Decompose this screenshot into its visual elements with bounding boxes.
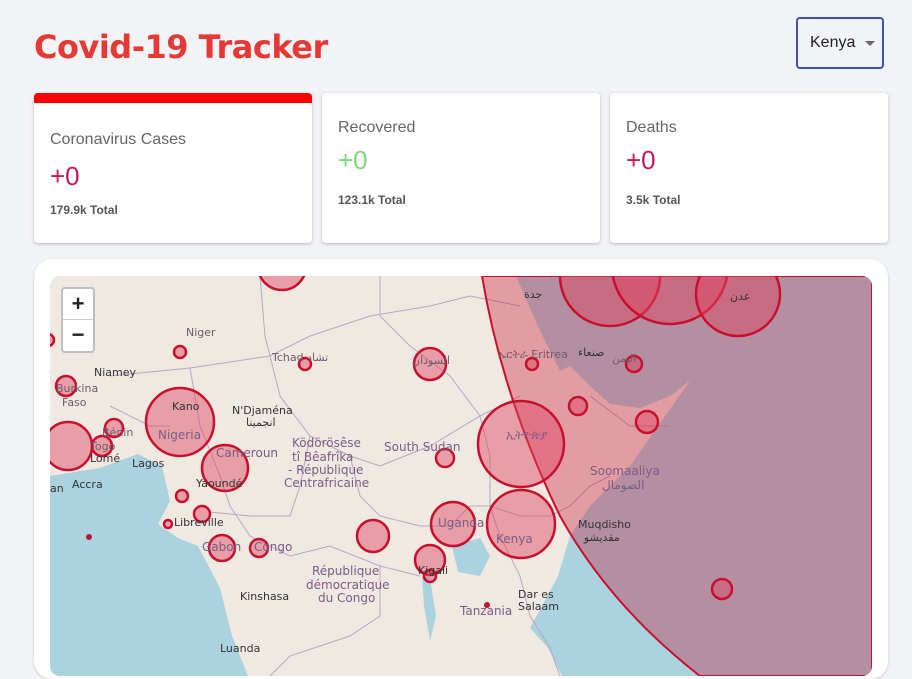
map-label-tanzania: Tanzania xyxy=(460,604,513,618)
map-label-nigeria: Nigeria xyxy=(158,428,201,442)
map-label-drc3: du Congo xyxy=(318,591,376,605)
case-circle xyxy=(355,518,391,554)
recovered-card[interactable]: Recovered +0 123.1k Total xyxy=(322,93,600,243)
case-circle xyxy=(172,344,188,360)
zoom-in-button[interactable]: + xyxy=(63,289,93,320)
map-label-uganda: Uganda xyxy=(438,516,485,530)
map-label-accra: Accra xyxy=(72,478,103,491)
map-label-mogadishu1: Muqdisho xyxy=(578,518,631,531)
lake-tanganyika xyxy=(422,576,436,641)
map-label-car4: Centrafricaine xyxy=(284,476,370,490)
map-label-kigali: Kigali xyxy=(418,564,449,577)
case-circle xyxy=(50,420,94,472)
map-label-aden: عدن xyxy=(730,290,751,303)
map-label-somalia1: Soomaaliya xyxy=(590,464,660,478)
map-label-lome: Lomé xyxy=(90,452,121,465)
case-circle xyxy=(634,409,660,435)
map-label-car2: tî Bêafrîka xyxy=(292,450,354,464)
deaths-value: +0 xyxy=(626,145,656,175)
cases-value: +0 xyxy=(50,161,80,191)
map-label-gabon: Gabon xyxy=(202,540,242,554)
map-label-jeddah: جدة xyxy=(524,288,543,301)
map-label-mogadishu2: مقديشو xyxy=(584,531,620,544)
recovered-total: 123.1k Total xyxy=(338,193,406,207)
country-select[interactable]: Kenya xyxy=(796,17,884,69)
country-select-value: Kenya xyxy=(810,34,856,51)
case-circle xyxy=(485,488,557,560)
recovered-label: Recovered xyxy=(338,119,416,136)
map-label-congo: Congo xyxy=(254,540,293,554)
map-label-burkina: Burkina xyxy=(56,382,99,395)
map-label-ethiopia: ኢትዮጵያ xyxy=(506,428,548,442)
map-label-niamey: Niamey xyxy=(94,366,137,379)
dropdown-arrow-icon xyxy=(865,40,876,46)
map-label-kenya: Kenya xyxy=(496,532,533,546)
map-label-yemen: اليمن xyxy=(612,352,637,365)
map[interactable]: Niger Tchad تشاد السودان ኤርትራ Eritrea صن… xyxy=(50,276,872,676)
deaths-total: 3.5k Total xyxy=(626,193,681,207)
map-label-faso: Faso xyxy=(62,396,87,409)
case-circle xyxy=(258,276,306,292)
deaths-label: Deaths xyxy=(626,119,677,136)
map-label-ndjamena-ar: انجمينا xyxy=(246,416,276,429)
map-label-niger: Niger xyxy=(186,326,216,339)
map-label-car3: - République xyxy=(288,463,364,477)
map-label-somalia2: الصومال xyxy=(602,478,645,492)
map-label-lagos: Lagos xyxy=(132,457,165,470)
app-title: Covid-19 Tracker xyxy=(34,28,328,66)
cases-label: Coronavirus Cases xyxy=(50,131,187,148)
map-label-drc2: démocratique xyxy=(306,578,390,592)
case-circle xyxy=(710,577,734,601)
map-label-cameroun: Cameroun xyxy=(216,446,279,460)
map-label-south-sudan: South Sudan xyxy=(384,440,461,454)
map-label-libreville: Libreville xyxy=(174,516,224,529)
zoom-out-button[interactable]: − xyxy=(63,320,93,350)
map-label-dar2: Salaam xyxy=(518,600,559,613)
cases-card[interactable]: Coronavirus Cases +0 179.9k Total xyxy=(34,93,312,243)
map-label-drc1: République xyxy=(312,564,380,578)
map-label-yaounde: Yaoundé xyxy=(196,477,243,490)
zoom-control: + − xyxy=(61,287,95,353)
case-circle xyxy=(144,386,216,458)
cases-total: 179.9k Total xyxy=(50,203,118,217)
case-circle xyxy=(476,399,566,489)
case-circle xyxy=(567,395,589,417)
case-circle xyxy=(162,518,174,530)
map-label-kano: Kano xyxy=(172,400,200,413)
deaths-card[interactable]: Deaths +0 3.5k Total xyxy=(610,93,888,243)
map-label-car1: Ködörösêse xyxy=(292,436,361,450)
map-label-eritrea: ኤርትራ Eritrea xyxy=(498,348,568,361)
map-label-kinshasa: Kinshasa xyxy=(240,590,290,603)
case-circle xyxy=(174,488,190,504)
map-label-tchad: Tchad تشاد xyxy=(272,351,329,364)
case-circle xyxy=(50,333,56,347)
map-label-benin: Bénin xyxy=(102,426,134,439)
map-label-sudan: السودان xyxy=(412,354,450,367)
recovered-value: +0 xyxy=(338,145,368,175)
map-label-sanaa: صنعاء xyxy=(578,346,605,359)
map-label-an: an xyxy=(50,482,64,495)
